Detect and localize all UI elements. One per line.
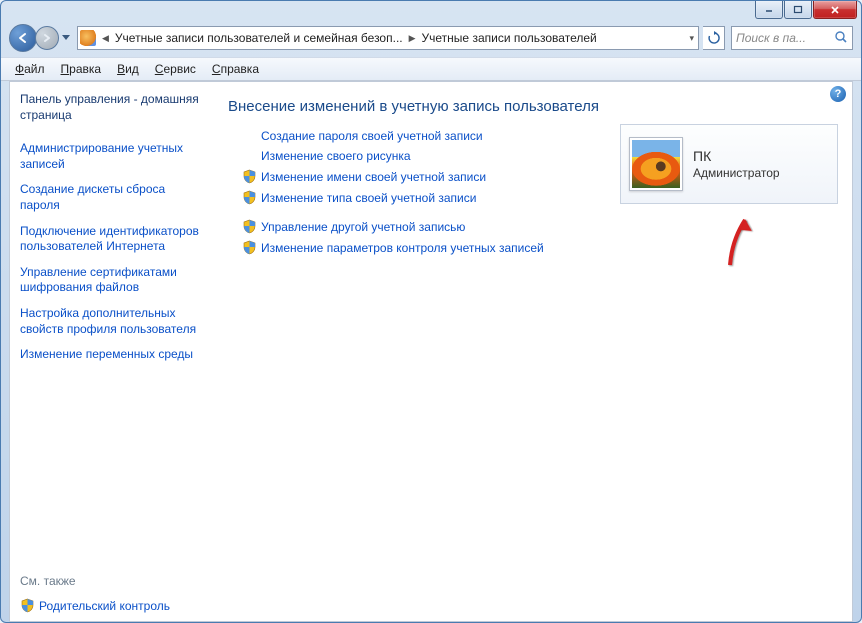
user-name: ПК (693, 148, 780, 164)
nav-buttons (9, 24, 73, 52)
history-dropdown[interactable] (59, 28, 73, 48)
forward-button[interactable] (35, 26, 59, 50)
task-group-other: Управление другой учетной записью Измене… (242, 219, 838, 255)
task-link[interactable]: Управление другой учетной записью (261, 220, 465, 234)
user-info: ПК Администратор (693, 148, 780, 180)
shield-icon (242, 190, 257, 205)
see-also-parental-label: Родительский контроль (39, 599, 170, 613)
search-placeholder: Поиск в па... (736, 31, 806, 45)
control-panel-icon (80, 30, 96, 46)
task-uac-settings: Изменение параметров контроля учетных за… (242, 240, 838, 255)
task-link[interactable]: Изменение имени своей учетной записи (261, 170, 486, 184)
sidebar-link-online-ids[interactable]: Подключение идентификаторов пользователе… (20, 224, 204, 255)
task-link[interactable]: Изменение своего рисунка (261, 149, 411, 163)
task-link[interactable]: Изменение параметров контроля учетных за… (261, 241, 544, 255)
address-bar: ◀ Учетные записи пользователей и семейна… (1, 21, 861, 57)
refresh-button[interactable] (703, 26, 725, 50)
sidebar-link-admin[interactable]: Администрирование учетных записей (20, 141, 204, 172)
menu-view[interactable]: Вид (109, 60, 147, 78)
content-body: Панель управления - домашняя страница Ад… (9, 81, 853, 622)
menu-service[interactable]: Сервис (147, 60, 204, 78)
titlebar (1, 1, 861, 21)
help-icon[interactable]: ? (830, 86, 846, 102)
main-panel: ? Внесение изменений в учетную запись по… (214, 82, 852, 621)
menu-edit[interactable]: Правка (53, 60, 110, 78)
task-link[interactable]: Изменение типа своей учетной записи (261, 191, 476, 205)
page-title: Внесение изменений в учетную запись поль… (228, 98, 838, 115)
minimize-button[interactable] (755, 1, 783, 19)
see-also-parental[interactable]: Родительский контроль (10, 594, 214, 621)
sidebar-link-reset-disk[interactable]: Создание дискеты сброса пароля (20, 182, 204, 213)
sidebar-home[interactable]: Панель управления - домашняя страница (20, 92, 204, 123)
chevron-left-icon[interactable]: ◀ (102, 33, 109, 44)
address-dropdown[interactable]: ▾ (689, 33, 694, 44)
chevron-right-icon[interactable]: ▶ (409, 33, 416, 44)
avatar-image (632, 140, 680, 188)
maximize-button[interactable] (784, 1, 812, 19)
close-button[interactable] (813, 1, 857, 19)
address-field[interactable]: ◀ Учетные записи пользователей и семейна… (77, 26, 699, 50)
sidebar-link-certs[interactable]: Управление сертификатами шифрования файл… (20, 265, 204, 296)
task-manage-other: Управление другой учетной записью (242, 219, 838, 234)
menu-file[interactable]: Файл (7, 60, 53, 78)
back-button[interactable] (9, 24, 37, 52)
shield-icon (242, 240, 257, 255)
breadcrumb-parent[interactable]: Учетные записи пользователей и семейная … (115, 31, 403, 45)
shield-icon (20, 598, 35, 613)
search-input[interactable]: Поиск в па... (731, 26, 853, 50)
breadcrumb-current[interactable]: Учетные записи пользователей (422, 31, 597, 45)
avatar (629, 137, 683, 191)
sidebar-link-env[interactable]: Изменение переменных среды (20, 347, 204, 363)
sidebar-links: Панель управления - домашняя страница Ад… (10, 82, 214, 373)
see-also-label: См. также (10, 564, 214, 594)
window-controls (755, 1, 857, 19)
sidebar: Панель управления - домашняя страница Ад… (10, 82, 214, 621)
menu-bar: Файл Правка Вид Сервис Справка (1, 57, 861, 81)
sidebar-link-profile[interactable]: Настройка дополнительных свойств профиля… (20, 306, 204, 337)
user-card[interactable]: ПК Администратор (620, 124, 838, 204)
menu-help[interactable]: Справка (204, 60, 267, 78)
shield-icon (242, 219, 257, 234)
user-role: Администратор (693, 166, 780, 180)
shield-icon (242, 169, 257, 184)
search-icon (834, 30, 848, 47)
window-frame: ◀ Учетные записи пользователей и семейна… (0, 0, 862, 623)
task-link[interactable]: Создание пароля своей учетной записи (261, 129, 483, 143)
